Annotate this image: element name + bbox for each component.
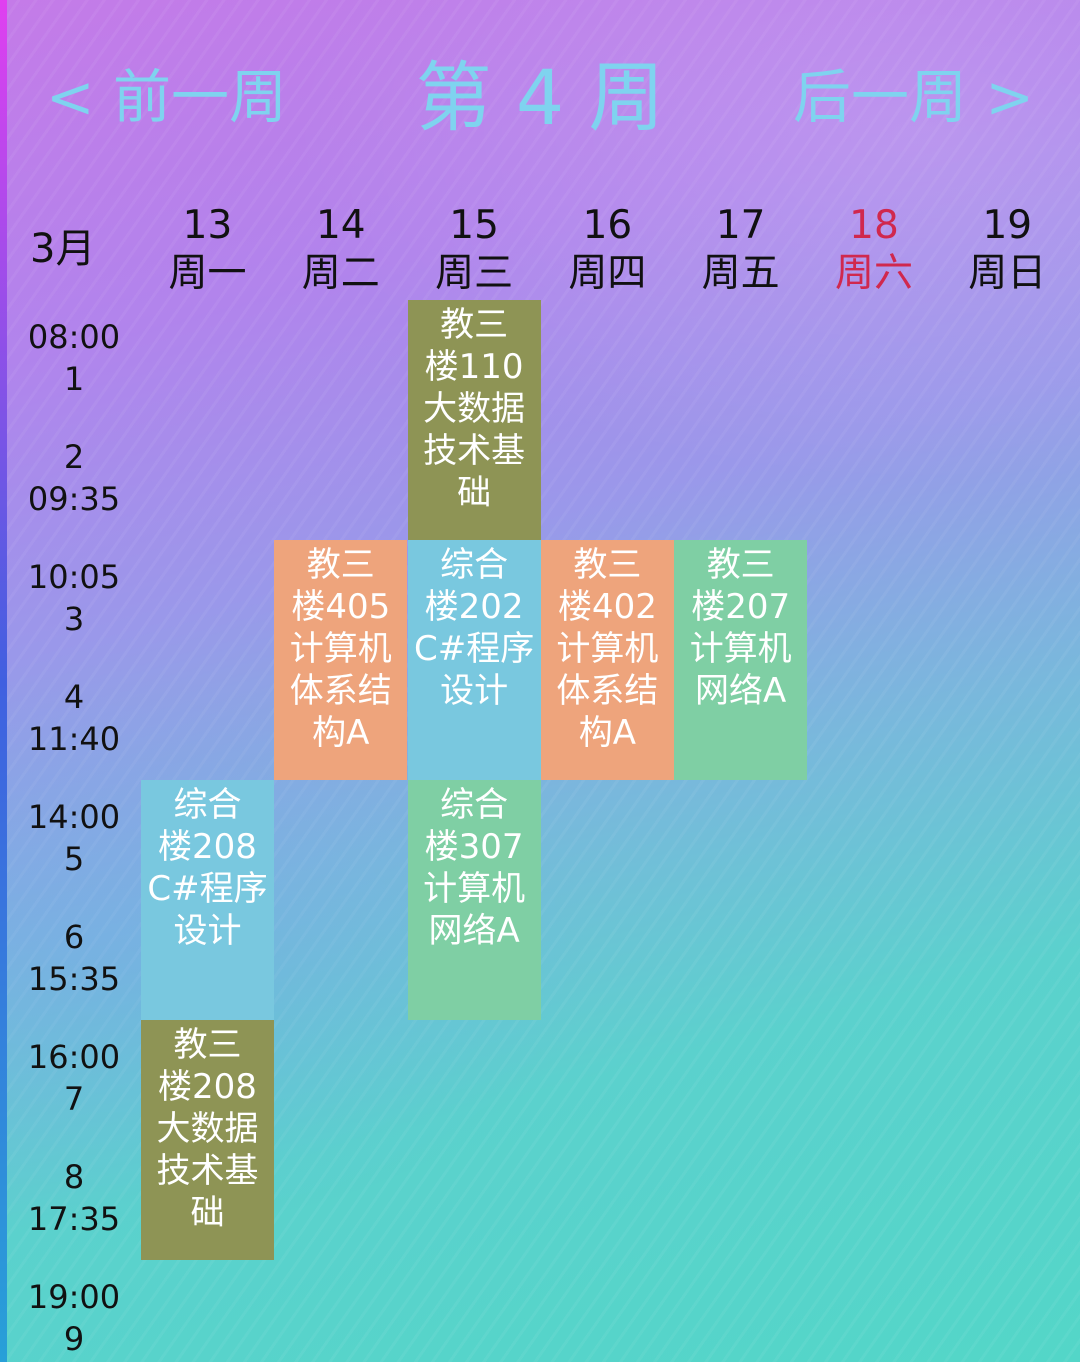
day-header-16: 16 周四 (541, 202, 674, 298)
day-header-19: 19 周日 (941, 202, 1074, 298)
slot-period: 9 (63, 1320, 85, 1358)
day-header-15: 15 周三 (408, 202, 541, 298)
day-date: 15 (449, 203, 499, 248)
course-block[interactable]: 教三 楼207 计算机 网络A (674, 540, 808, 780)
slot-period: 4 (63, 678, 85, 716)
course-text-line: 教三 (306, 545, 375, 585)
course-text-line: 教三 (573, 545, 642, 585)
time-slot-3: 10:05 3 (10, 556, 138, 640)
time-slot-1: 08:00 1 (10, 316, 138, 400)
time-slot-5: 14:00 5 (10, 796, 138, 880)
course-text-line: 楼405 (291, 587, 391, 627)
course-text-line: 体系结 (289, 671, 392, 711)
course-text-line: 教三 (173, 1025, 242, 1065)
day-header-17: 17 周五 (674, 202, 807, 298)
slot-time: 08:00 (27, 318, 121, 356)
course-text-line: 技术基 (423, 431, 526, 471)
course-block[interactable]: 综合 楼202 C#程序 设计 (407, 540, 541, 780)
course-text-line: 大数据 (423, 389, 526, 429)
course-text-line: C#程序 (147, 869, 268, 909)
day-date: 14 (315, 203, 366, 248)
slot-period: 5 (63, 840, 85, 878)
course-text-line: 综合 (440, 785, 509, 825)
course-block[interactable]: 教三 楼110 大数据 技术基础 (407, 300, 541, 540)
course-text-line: 计算机 (289, 629, 392, 669)
slot-time: 17:35 (27, 1200, 121, 1238)
next-week-button[interactable]: 后一周 > (793, 52, 1034, 142)
course-text-line: 技术基 (156, 1151, 259, 1191)
course-text-line: 网络A (428, 911, 520, 951)
day-weekday: 周日 (968, 251, 1047, 296)
slot-period: 8 (63, 1158, 85, 1196)
time-slot-8: 8 17:35 (10, 1156, 138, 1240)
slot-time: 15:35 (27, 960, 121, 998)
time-slot-9: 19:00 9 (10, 1276, 138, 1360)
course-text-line: 计算机 (689, 629, 792, 669)
course-text-line: 计算机 (556, 629, 659, 669)
day-header-13: 13 周一 (141, 202, 274, 298)
course-text-line: 构A (312, 713, 370, 753)
week-title-text: 第 4 周 (415, 53, 665, 142)
course-text-line: 综合 (440, 545, 509, 585)
course-block[interactable]: 综合 楼307 计算机 网络A (407, 780, 541, 1020)
course-text-line: 构A (578, 713, 637, 753)
slot-time: 11:40 (27, 720, 121, 758)
course-text-line: 础 (457, 473, 492, 513)
course-text-line: 楼402 (557, 587, 657, 627)
day-date: 19 (982, 203, 1033, 248)
course-block[interactable]: 教三 楼405 计算机 体系结 构A (274, 540, 408, 780)
course-text-line: 楼207 (691, 587, 791, 627)
course-text-line: 础 (190, 1193, 225, 1233)
slot-time: 09:35 (27, 480, 121, 518)
slot-time: 10:05 (27, 558, 121, 596)
slot-time: 19:00 (27, 1278, 121, 1316)
day-weekday: 周一 (168, 251, 247, 296)
day-weekday: 周五 (701, 251, 780, 296)
day-weekday: 周六 (834, 251, 913, 296)
time-slot-4: 4 11:40 (10, 676, 138, 760)
course-block[interactable]: 教三 楼208 大数据 技术基础 (141, 1020, 274, 1260)
course-text-line: 楼208 (158, 1067, 257, 1107)
course-text-line: 综合 (173, 785, 242, 825)
course-block[interactable]: 综合 楼208 C#程序 设计 (141, 780, 274, 1020)
course-text-line: 教三 (706, 545, 775, 585)
slot-period: 6 (63, 918, 85, 956)
course-text-line: 大数据 (156, 1109, 259, 1149)
day-date: 16 (582, 203, 633, 248)
previous-week-button[interactable]: < 前一周 (46, 52, 287, 142)
day-header-18: 18 周六 (808, 202, 941, 298)
course-text-line: 楼202 (424, 587, 524, 627)
course-text-line: 设计 (440, 671, 509, 711)
month-label: 3月 (30, 226, 96, 272)
time-slot-7: 16:00 7 (10, 1036, 138, 1120)
day-weekday: 周四 (568, 251, 647, 296)
slot-time: 16:00 (27, 1038, 121, 1076)
screen-edge (0, 0, 7, 1362)
day-header-14: 14 周二 (274, 202, 407, 298)
slot-time: 14:00 (27, 798, 121, 836)
day-date: 18 (849, 203, 899, 248)
course-text-line: 教三 (440, 305, 509, 345)
slot-period: 7 (63, 1080, 85, 1118)
course-text-line: 网络A (695, 671, 787, 711)
course-text-line: 楼110 (424, 347, 524, 387)
course-text-line: 设计 (173, 911, 242, 951)
day-date: 13 (182, 203, 233, 248)
slot-period: 1 (63, 360, 85, 398)
slot-period: 2 (63, 438, 85, 476)
day-weekday: 周三 (435, 251, 514, 296)
course-text-line: 楼307 (424, 827, 524, 867)
day-date: 17 (715, 203, 766, 248)
course-text-line: 计算机 (423, 869, 526, 909)
course-text-line: C#程序 (413, 629, 535, 669)
course-text-line: 体系结 (556, 671, 659, 711)
slot-period: 3 (63, 600, 85, 638)
day-weekday: 周二 (301, 251, 380, 296)
course-text-line: 楼208 (158, 827, 257, 867)
course-block[interactable]: 教三 楼402 计算机 体系结 构A (540, 540, 674, 780)
time-slot-6: 6 15:35 (10, 916, 138, 1000)
time-slot-2: 2 09:35 (10, 436, 138, 520)
